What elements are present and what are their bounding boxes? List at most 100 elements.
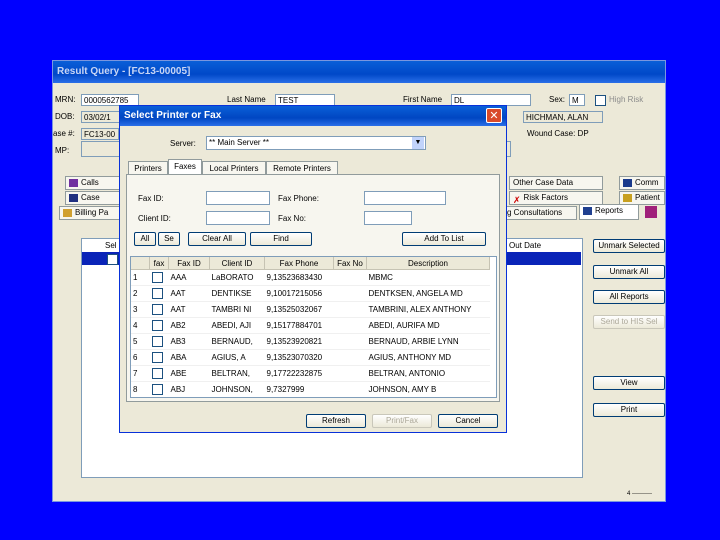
fax-phone-cell: 9,7327999: [264, 381, 334, 397]
description-cell: DENTKSEN, ANGELA MD: [366, 285, 490, 302]
fax-select-checkbox[interactable]: [151, 368, 163, 379]
client-id-cell: TAMBRI NI: [209, 301, 265, 318]
fax-no-cell: [333, 269, 367, 286]
server-select[interactable]: ** Main Server **: [206, 136, 426, 150]
tab-case[interactable]: Case: [65, 191, 123, 205]
mrn-label: MRN:: [55, 95, 76, 104]
row-number: 2: [131, 285, 150, 302]
fax-table-row[interactable]: 1 AAA LaBORATO 9,13523683430 MBMC: [131, 269, 490, 286]
select-button[interactable]: Se: [158, 232, 180, 246]
fax-id-label: Fax ID:: [138, 194, 164, 203]
row-checkbox[interactable]: [149, 349, 169, 366]
close-icon[interactable]: ✕: [486, 108, 502, 123]
case-label: ase #:: [53, 129, 75, 138]
selected-row-checkbox[interactable]: [107, 254, 118, 265]
row-checkbox[interactable]: [149, 381, 169, 397]
fax-select-checkbox[interactable]: [151, 336, 163, 347]
server-label: Server:: [170, 139, 196, 148]
fax-select-checkbox[interactable]: [151, 384, 163, 395]
tab-reports[interactable]: Reports: [579, 204, 639, 220]
high-risk-label: High Risk: [609, 95, 644, 104]
fax-select-checkbox[interactable]: [151, 320, 163, 331]
tab-consultations[interactable]: g Consultations: [503, 206, 577, 220]
fax-table-row[interactable]: 7 ABE BELTRAN, 9,17722232875 BELTRAN, ANTONI…: [131, 365, 490, 382]
row-checkbox[interactable]: [149, 269, 169, 286]
tab-billing[interactable]: Billing Pa: [59, 206, 125, 220]
tab-risk-factors[interactable]: ✗ Risk Factors: [509, 191, 603, 205]
print-fax-button[interactable]: Print/Fax: [372, 414, 432, 428]
refresh-button[interactable]: Refresh: [306, 414, 366, 428]
client-id-field[interactable]: [206, 211, 270, 225]
col-row-number: [131, 257, 150, 270]
sex-field[interactable]: M: [569, 94, 585, 106]
fax-no-field[interactable]: [364, 211, 412, 225]
fax-table-row[interactable]: 2 AAT DENTIKSE 9,10017215056 DENTKSEN, ANGEL…: [131, 285, 490, 302]
fax-select-checkbox[interactable]: [151, 288, 163, 299]
row-checkbox[interactable]: [149, 317, 169, 334]
reports-icon: [583, 206, 592, 215]
fax-id-cell: AAA: [168, 269, 210, 286]
fax-no-cell: [333, 365, 367, 382]
clear-all-button[interactable]: Clear All: [188, 232, 246, 246]
tab-calls[interactable]: Calls: [65, 176, 123, 190]
fax-id-field[interactable]: [206, 191, 270, 205]
chevron-down-icon[interactable]: ▼: [412, 137, 424, 149]
fax-table-row[interactable]: 9 ACDACEVEDO,9,13527050900 ACEVEDO, ANGELA…: [131, 398, 490, 399]
unmark-all-button[interactable]: Unmark All: [593, 265, 665, 279]
find-button[interactable]: Find: [250, 232, 312, 246]
fax-id-cell: AAT: [168, 301, 210, 318]
fax-table-row[interactable]: 6 ABA AGIUS, A 9,13523070320 AGIUS, ANTHONY …: [131, 349, 490, 366]
tab-faxes[interactable]: Faxes: [168, 159, 202, 174]
fax-select-checkbox[interactable]: [151, 272, 163, 283]
fax-id-cell: AAT: [168, 285, 210, 302]
unmark-selected-button[interactable]: Unmark Selected: [593, 239, 665, 253]
tab-other-case-data[interactable]: Other Case Data: [509, 176, 603, 190]
row-checkbox[interactable]: [149, 333, 169, 350]
tab-patient[interactable]: Patient: [619, 191, 665, 205]
select-all-button[interactable]: All: [134, 232, 156, 246]
fax-table-row[interactable]: 3 AAT TAMBRI NI 9,13525032067 TAMBRINI, ALEX…: [131, 301, 490, 318]
row-checkbox[interactable]: [149, 365, 169, 382]
description-cell: ACEVEDO, ANGELA MD: [367, 398, 490, 399]
cancel-button[interactable]: Cancel: [438, 414, 498, 428]
col-fax-no: Fax No: [333, 257, 367, 270]
fax-select-checkbox[interactable]: [151, 352, 163, 363]
tab-comm[interactable]: Comm: [619, 176, 665, 190]
fax-table-row[interactable]: 4 AB2 ABEDI, AJI 9,15177884701 ABEDI, AURIFA…: [131, 317, 490, 334]
send-to-his-button[interactable]: Send to HIS Sel: [593, 315, 665, 329]
case-icon: [69, 193, 78, 202]
patient-icon: [623, 193, 632, 202]
fax-phone-field[interactable]: [364, 191, 446, 205]
view-button[interactable]: View: [593, 376, 665, 390]
all-reports-button[interactable]: All Reports: [593, 290, 665, 304]
tab-local-printers[interactable]: Local Printers: [202, 161, 266, 174]
row-number: 7: [131, 365, 150, 382]
fax-phone-cell: 9,13525032067: [264, 301, 334, 318]
client-id-cell: ACEVEDO,: [210, 398, 265, 399]
fax-id-cell: AB2: [168, 317, 210, 334]
fax-phone-label: Fax Phone:: [278, 194, 319, 203]
add-to-list-button[interactable]: Add To List: [402, 232, 486, 246]
client-id-cell: AGIUS, A: [209, 349, 265, 366]
row-checkbox[interactable]: [149, 285, 169, 302]
fax-table-row[interactable]: 5 AB3 BERNAUD, 9,13523920821 BERNAUD, ARBIE …: [131, 333, 490, 350]
print-button[interactable]: Print: [593, 403, 665, 417]
select-printer-dialog: Select Printer or Fax ✕ Server: ** Main …: [119, 105, 507, 433]
description-cell: BELTRAN, ANTONIO: [366, 365, 490, 382]
tab-remote-printers[interactable]: Remote Printers: [266, 161, 338, 174]
tab-printers[interactable]: Printers: [128, 161, 168, 174]
row-checkbox[interactable]: [150, 398, 169, 399]
billing-icon: [63, 208, 72, 217]
fax-table-row[interactable]: 8 ABJ JOHNSON, 9,7327999 JOHNSON, AMY B: [131, 381, 490, 397]
high-risk-checkbox[interactable]: [595, 95, 606, 106]
fax-id-cell: ABE: [168, 365, 210, 382]
row-number: 8: [131, 381, 150, 397]
first-name-label: First Name: [403, 95, 443, 104]
doctor-field: HICHMAN, ALAN: [523, 111, 603, 123]
fax-phone-cell: 9,15177884701: [264, 317, 334, 334]
fax-select-checkbox[interactable]: [151, 304, 163, 315]
fax-no-cell: [334, 398, 367, 399]
row-checkbox[interactable]: [149, 301, 169, 318]
fax-id-cell: AB3: [168, 333, 210, 350]
extra-tab-icon[interactable]: [645, 206, 657, 218]
